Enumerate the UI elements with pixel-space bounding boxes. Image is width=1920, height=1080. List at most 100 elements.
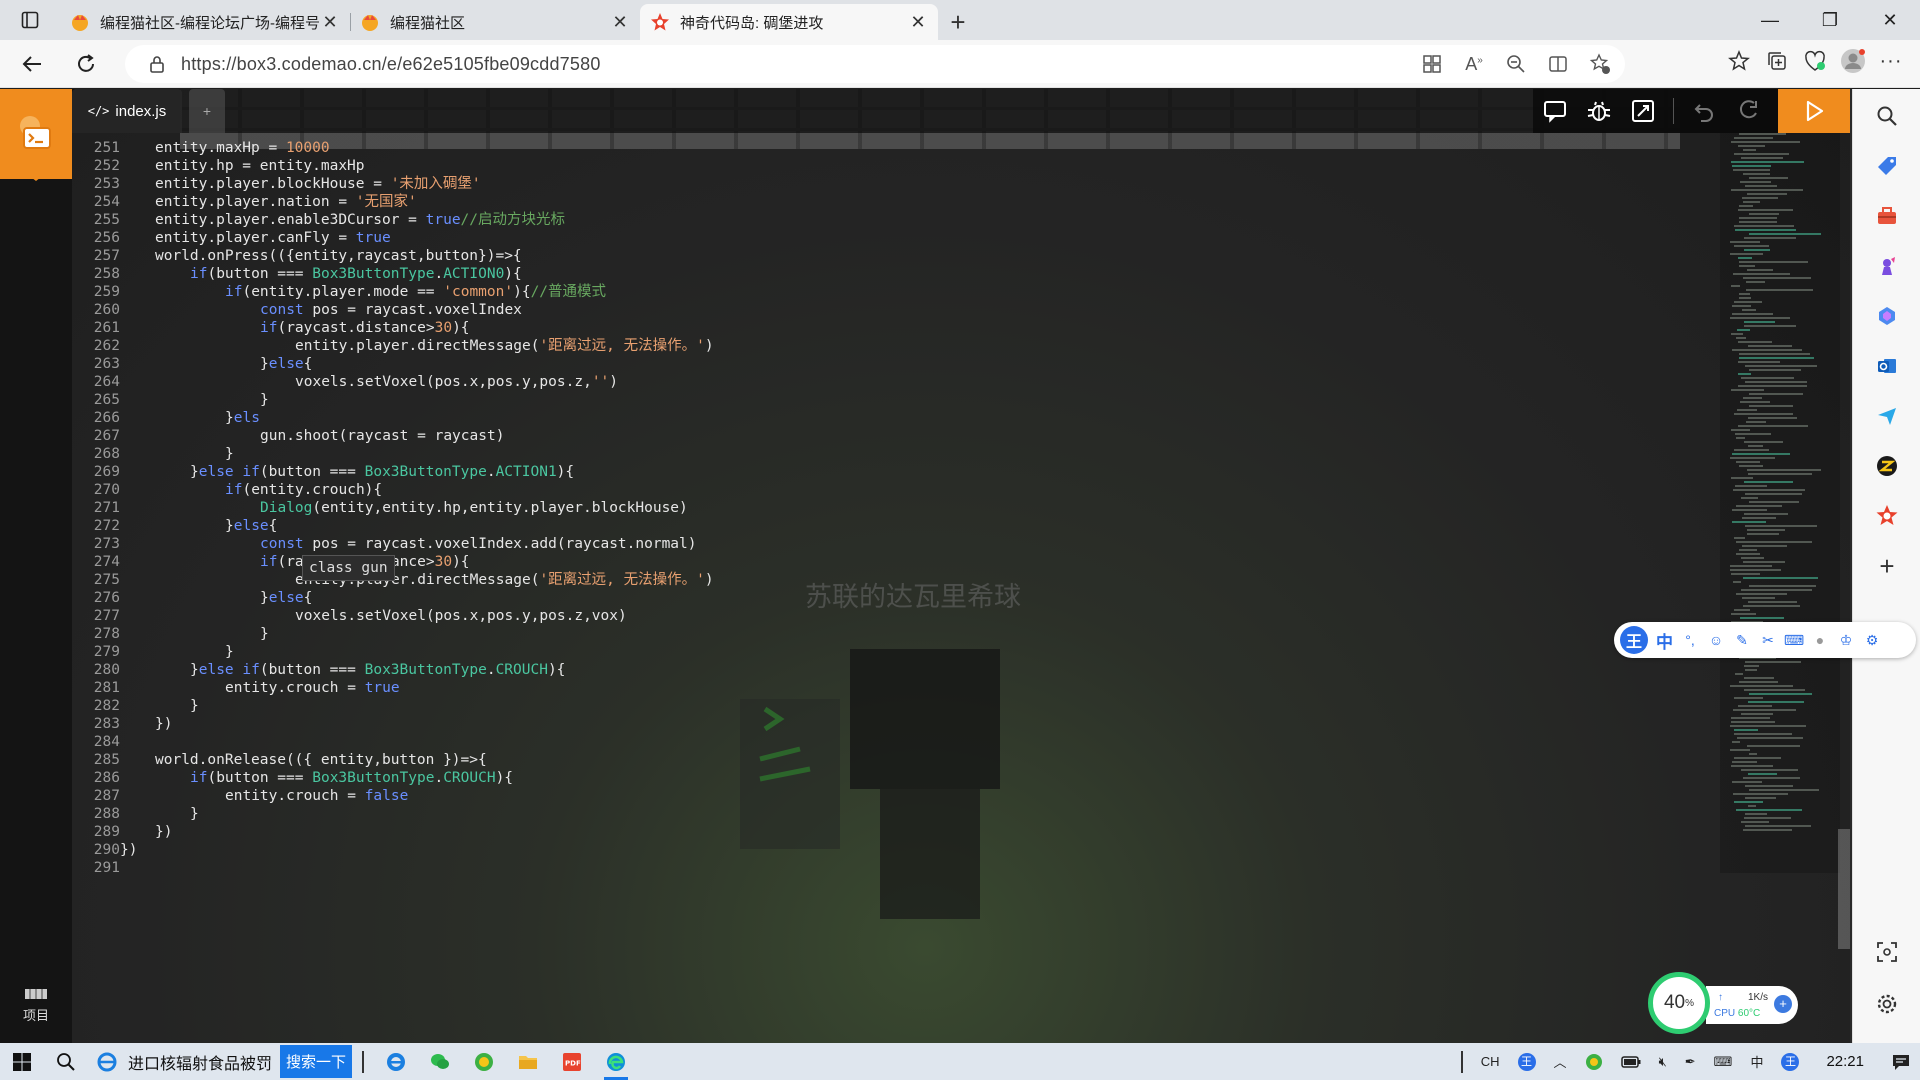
url-bar[interactable]: https://box3.codemao.cn/e/e62e5105fbe09c… — [125, 45, 1625, 83]
apps-icon[interactable] — [1415, 47, 1449, 81]
minimize-button[interactable]: — — [1740, 0, 1800, 40]
sidebar-settings-button[interactable] — [1870, 987, 1904, 1021]
back-button[interactable] — [10, 44, 54, 84]
sidebar-outlook-button[interactable] — [1870, 349, 1904, 383]
zoom-icon[interactable] — [1499, 47, 1533, 81]
comment-button[interactable] — [1533, 89, 1577, 133]
taskbar-search-text[interactable]: 进口核辐射食品被罚 — [128, 1050, 272, 1074]
sidebar-copilot-button[interactable] — [1870, 299, 1904, 333]
read-aloud-icon[interactable]: A» — [1457, 47, 1491, 81]
taskbar-pdf-app[interactable]: PDF — [550, 1043, 594, 1080]
code-minimap[interactable] — [1720, 133, 1840, 873]
taskbar-search-submit[interactable]: 搜索一下 — [280, 1045, 353, 1078]
ime-logo[interactable]: 王 — [1620, 626, 1648, 654]
minimap-line — [1739, 133, 1786, 135]
ime-settings-icon[interactable]: ⚙ — [1863, 631, 1881, 649]
browser-essentials-icon[interactable] — [1798, 44, 1832, 78]
ime-skin-icon[interactable]: ♔ — [1837, 631, 1855, 649]
memory-percent-unit: % — [1685, 997, 1695, 1009]
tab-close-icon[interactable]: ✕ — [610, 12, 630, 33]
close-window-button[interactable]: ✕ — [1860, 0, 1920, 40]
notification-center-icon[interactable] — [1882, 1043, 1920, 1080]
taskbar-clock[interactable]: 22:21 — [1808, 1053, 1882, 1070]
ime-handwrite-icon[interactable]: ✎ — [1733, 631, 1751, 649]
debug-button[interactable] — [1577, 89, 1621, 133]
browser-tab-1[interactable]: 编程猫社区-编程论坛广场-编程号 ✕ — [60, 4, 350, 40]
tab-close-icon[interactable]: ✕ — [908, 12, 928, 33]
autocomplete-hint[interactable]: class gun — [302, 555, 395, 581]
tray-ime-icon[interactable]: 王 — [1509, 1043, 1545, 1080]
taskbar-edge-app[interactable] — [594, 1043, 638, 1080]
minimap-line — [1742, 545, 1787, 547]
sidebar-send-button[interactable] — [1870, 399, 1904, 433]
file-tab-index-js[interactable]: </> index.js — [72, 89, 182, 133]
add-file-button[interactable]: + — [189, 89, 225, 133]
tray-volume-muted-icon[interactable]: 🔇︎ — [1650, 1043, 1676, 1080]
ime-punctuation[interactable]: °, — [1681, 631, 1699, 649]
start-button[interactable] — [0, 1043, 44, 1080]
code-token: 30 — [434, 554, 453, 570]
speedup-button[interactable]: + — [1774, 995, 1792, 1013]
folder-icon — [519, 1055, 538, 1069]
sidebar-box3-button[interactable] — [1870, 499, 1904, 533]
favorites-icon[interactable] — [1722, 44, 1756, 78]
sidebar-tools-button[interactable] — [1870, 199, 1904, 233]
tray-input-mode[interactable]: 中 — [1741, 1043, 1772, 1080]
sidebar-add-button[interactable]: + — [1870, 549, 1904, 583]
browser-tab-3-active[interactable]: 神奇代码岛: 碉堡进攻 ✕ — [640, 4, 938, 40]
ime-user-icon[interactable]: ● — [1811, 631, 1829, 649]
ime-emoji-icon[interactable]: ☺ — [1707, 631, 1725, 649]
minimap-line — [1730, 457, 1775, 459]
sidebar-games-button[interactable] — [1870, 249, 1904, 283]
tab-close-icon[interactable]: ✕ — [320, 12, 340, 33]
sidebar-search-button[interactable] — [1870, 99, 1904, 133]
more-options-icon[interactable]: ··· — [1874, 44, 1908, 78]
url-text[interactable]: https://box3.codemao.cn/e/e62e5105fbe09c… — [181, 54, 601, 75]
sidebar-app-z-button[interactable] — [1870, 449, 1904, 483]
browser-tab-2[interactable]: 编程猫社区 ✕ — [350, 4, 640, 40]
taskbar-explorer-app[interactable] — [506, 1043, 550, 1080]
redo-button[interactable] — [1726, 89, 1770, 133]
fullscreen-button[interactable] — [1621, 89, 1665, 133]
sidebar-screenshot-button[interactable] — [1870, 935, 1904, 969]
tray-ime-logo[interactable]: 王 — [1772, 1043, 1808, 1080]
tray-pen-icon[interactable]: ✒ — [1676, 1043, 1705, 1080]
new-tab-button[interactable]: + — [938, 4, 978, 40]
collections-icon[interactable] — [1760, 44, 1794, 78]
taskbar-ie-app[interactable] — [374, 1043, 418, 1080]
ime-mode[interactable]: 中 — [1656, 628, 1673, 653]
maximize-button[interactable]: ❐ — [1800, 0, 1860, 40]
sidebar-shopping-button[interactable] — [1870, 149, 1904, 183]
refresh-button[interactable] — [64, 44, 108, 84]
tray-expand-icon[interactable]: ︿ — [1545, 1043, 1576, 1080]
code-token: } — [225, 518, 234, 534]
ime-keyboard-icon[interactable]: ⌨ — [1784, 631, 1804, 649]
run-button[interactable] — [1778, 89, 1850, 133]
tray-keyboard-icon[interactable]: ⌨ — [1705, 1043, 1742, 1080]
taskbar-search-button[interactable] — [44, 1043, 88, 1080]
tray-360-icon[interactable] — [1576, 1043, 1612, 1080]
performance-widget[interactable]: ↑ 1K/s CPU 60°C + 40% — [1648, 972, 1798, 1034]
project-button[interactable]: 项目 — [0, 979, 72, 1043]
code-line[interactable]: 291 — [72, 857, 1672, 879]
tray-language[interactable]: CH — [1472, 1043, 1509, 1080]
url-bar-actions: A» — [1415, 45, 1617, 83]
lock-icon — [150, 56, 164, 73]
tray-battery-icon[interactable] — [1612, 1043, 1650, 1080]
tab-actions-button[interactable] — [0, 0, 60, 40]
code-file-icon: </> — [87, 104, 110, 118]
editor-scrollbar[interactable] — [1838, 829, 1850, 949]
taskbar-360-app[interactable] — [462, 1043, 506, 1080]
taskbar-wechat-app[interactable] — [418, 1043, 462, 1080]
code-token: }) — [120, 842, 138, 858]
box3-logo-button[interactable] — [0, 89, 72, 179]
minimap-line — [1731, 285, 1740, 287]
add-favorite-icon[interactable] — [1583, 47, 1617, 81]
undo-button[interactable] — [1682, 89, 1726, 133]
taskbar-search-box[interactable]: 进口核辐射食品被罚 — [88, 1043, 280, 1080]
code-token: } — [225, 644, 234, 660]
ime-scissors-icon[interactable]: ✂ — [1759, 631, 1777, 649]
code-token: '距离过远, 无法操作。' — [539, 338, 705, 354]
split-screen-icon[interactable] — [1541, 47, 1575, 81]
profile-avatar[interactable] — [1836, 44, 1870, 78]
